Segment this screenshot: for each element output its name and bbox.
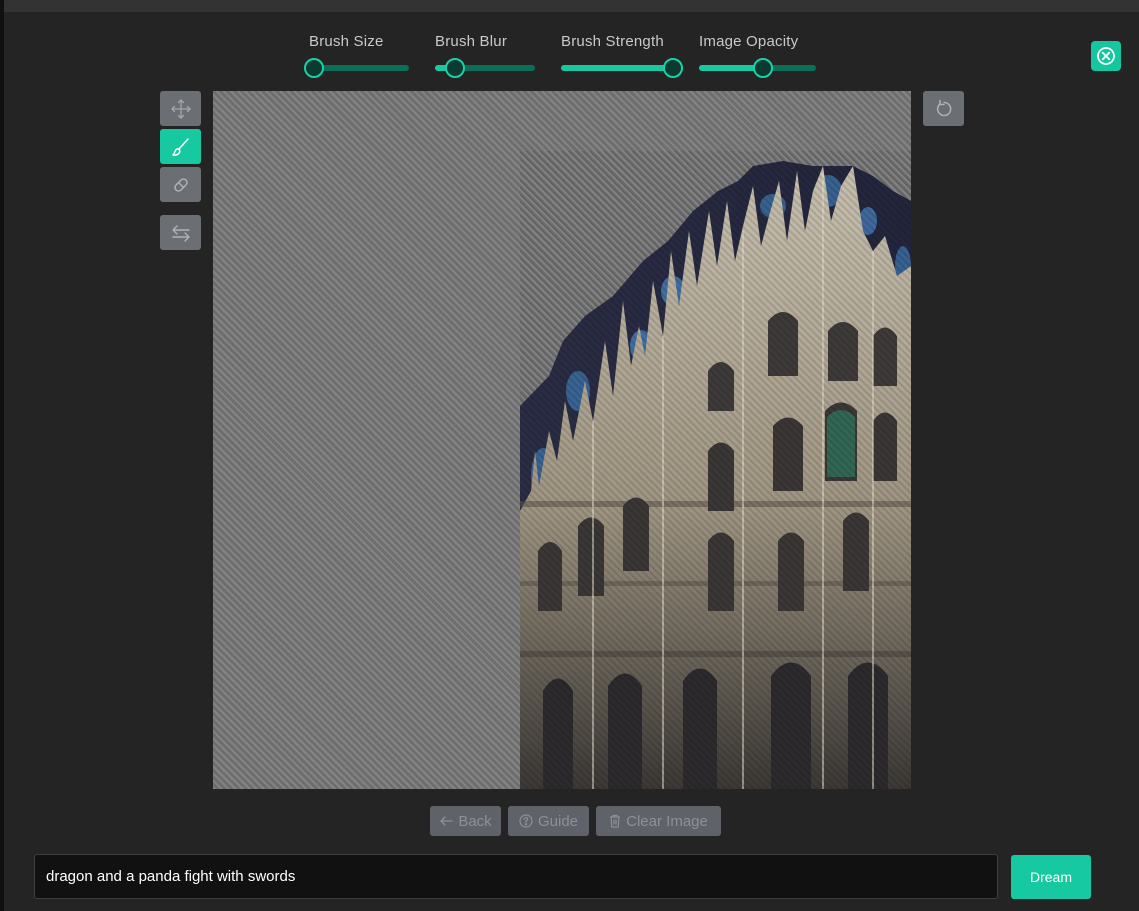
image-canvas[interactable] xyxy=(213,91,911,789)
brush-blur-thumb[interactable] xyxy=(445,58,465,78)
undo-icon xyxy=(936,99,951,116)
cathedral-image xyxy=(520,151,911,789)
brush-strength-thumb[interactable] xyxy=(663,58,684,78)
brush-strength-slider[interactable] xyxy=(561,58,684,78)
brush-tool-button[interactable] xyxy=(160,129,201,164)
clear-image-label: Clear Image xyxy=(626,812,708,830)
dream-button[interactable]: Dream xyxy=(1011,855,1091,899)
back-label: Back xyxy=(458,812,492,830)
swap-tool-button[interactable] xyxy=(160,215,201,250)
move-tool-button[interactable] xyxy=(160,91,201,126)
trash-icon xyxy=(610,814,621,828)
guide-label: Guide xyxy=(537,812,579,830)
brush-strength-fill xyxy=(561,65,674,71)
prompt-input[interactable]: dragon and a panda fight with swords xyxy=(34,854,998,899)
prompt-text: dragon and a panda fight with swords xyxy=(46,868,296,885)
brush-size-slider[interactable] xyxy=(304,58,409,78)
close-circle-icon xyxy=(1097,47,1115,65)
eraser-icon xyxy=(173,177,188,192)
brush-strength-label: Brush Strength xyxy=(561,33,664,50)
swap-arrows-icon xyxy=(171,224,190,242)
clear-image-button[interactable]: Clear Image xyxy=(596,806,721,836)
left-edge xyxy=(0,0,4,911)
undo-button[interactable] xyxy=(923,91,964,126)
top-strip xyxy=(0,0,1139,12)
brush-blur-label: Brush Blur xyxy=(435,33,508,50)
brush-size-thumb[interactable] xyxy=(304,58,325,78)
arrow-left-icon xyxy=(440,816,453,826)
brush-blur-slider[interactable] xyxy=(435,58,535,78)
brush-size-label: Brush Size xyxy=(309,33,384,50)
guide-button[interactable]: Guide xyxy=(508,806,589,836)
image-opacity-slider[interactable] xyxy=(699,58,816,78)
move-arrows-icon xyxy=(170,98,191,119)
back-button[interactable]: Back xyxy=(430,806,501,836)
paintbrush-icon xyxy=(171,137,189,156)
close-button[interactable] xyxy=(1091,41,1121,71)
image-opacity-thumb[interactable] xyxy=(753,58,774,78)
dream-label: Dream xyxy=(1029,869,1072,885)
eraser-tool-button[interactable] xyxy=(160,167,201,202)
help-circle-icon xyxy=(519,814,533,828)
image-opacity-label: Image Opacity xyxy=(699,33,799,50)
